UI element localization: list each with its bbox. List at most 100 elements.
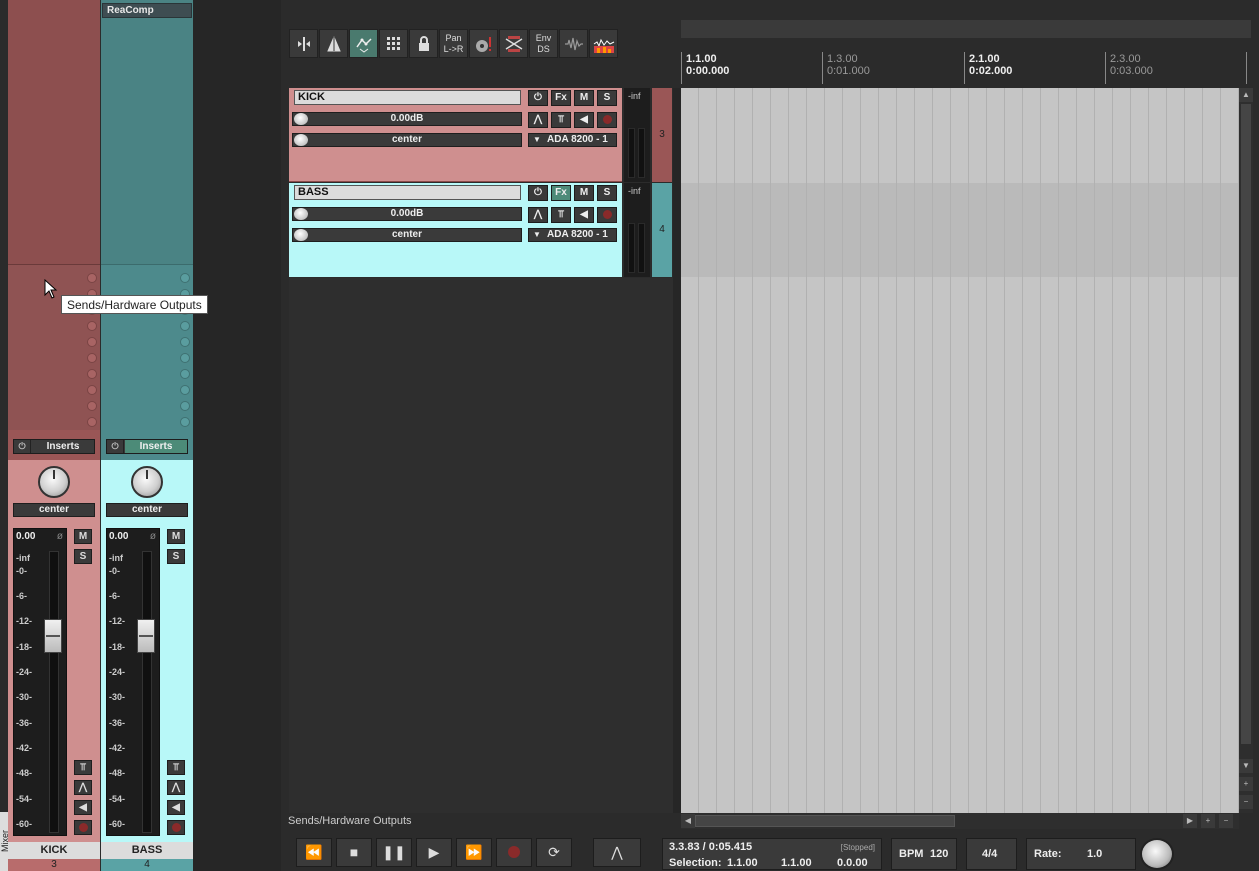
rate-display[interactable]: Rate: 1.0: [1026, 838, 1136, 870]
bpm-display[interactable]: BPM 120: [891, 838, 957, 870]
scroll-right-icon[interactable]: ▶: [1183, 814, 1197, 828]
zoom-out-icon[interactable]: −: [1239, 795, 1253, 809]
power-icon[interactable]: ⏻: [107, 440, 124, 453]
strip-name[interactable]: KICK: [8, 842, 100, 859]
rewind-icon[interactable]: ⏪: [296, 838, 332, 867]
solo-button[interactable]: S: [167, 549, 185, 564]
send-slot[interactable]: [180, 369, 190, 379]
fx-chain-area[interactable]: ReaComp: [101, 0, 193, 264]
zoom-out-icon[interactable]: −: [1219, 814, 1233, 828]
tcp-divider[interactable]: [673, 88, 681, 813]
io-icon[interactable]: ⫪: [551, 207, 571, 223]
solo-button[interactable]: S: [597, 90, 617, 106]
pause-icon[interactable]: ❚❚: [376, 838, 412, 867]
solo-button[interactable]: S: [597, 185, 617, 201]
send-slot[interactable]: [87, 273, 97, 283]
zoom-in-icon[interactable]: +: [1239, 777, 1253, 791]
pan-label[interactable]: center: [13, 503, 95, 517]
envelope-icon[interactable]: ⋀: [528, 112, 548, 128]
send-slot[interactable]: [180, 401, 190, 411]
bpm-value[interactable]: 120: [930, 848, 948, 860]
position-display[interactable]: 3.3.83 / 0:05.415 [Stopped] Selection: 1…: [662, 838, 882, 870]
solo-button[interactable]: S: [74, 549, 92, 564]
mute-button[interactable]: M: [74, 529, 92, 544]
tcp-empty-area[interactable]: [289, 278, 673, 813]
track-name[interactable]: KICK: [294, 90, 521, 105]
inserts-button[interactable]: ⏻ Inserts: [106, 439, 188, 454]
pan-knob[interactable]: [38, 466, 70, 498]
fx-chain-area[interactable]: [8, 0, 100, 264]
ripple-icon[interactable]: [319, 29, 348, 58]
send-slot[interactable]: [180, 337, 190, 347]
spectrum-icon[interactable]: [589, 29, 618, 58]
fx-item-reacomp[interactable]: ReaComp: [102, 3, 192, 18]
pan-knob[interactable]: [294, 134, 308, 146]
volume-knob[interactable]: [294, 113, 308, 125]
record-arm-icon[interactable]: [74, 820, 92, 835]
envelope-icon[interactable]: ⋀: [167, 780, 185, 795]
scroll-down-icon[interactable]: ▼: [1239, 759, 1253, 773]
sends-area[interactable]: [101, 264, 193, 430]
selection-start[interactable]: 1.1.00: [727, 857, 758, 869]
fx-button[interactable]: Fx: [551, 185, 571, 201]
pan-knob[interactable]: [131, 466, 163, 498]
phase-invert-button[interactable]: ø: [57, 531, 63, 542]
power-icon[interactable]: ⏻: [528, 185, 548, 201]
track-number-bass[interactable]: 4: [652, 183, 672, 277]
metronome-icon[interactable]: [469, 29, 498, 58]
record-icon[interactable]: [496, 838, 532, 867]
io-icon[interactable]: ⫪: [167, 760, 185, 775]
volume-slider[interactable]: 0.00dB: [292, 207, 522, 221]
send-slot[interactable]: [87, 385, 97, 395]
timeline-ruler[interactable]: 1.1.00 0:00.000 1.3.00 0:01.000 2.1.00 0:02…: [681, 50, 1251, 88]
play-icon[interactable]: ▶: [416, 838, 452, 867]
volume-slider[interactable]: 0.00dB: [292, 112, 522, 126]
send-slot[interactable]: [180, 417, 190, 427]
send-slot[interactable]: [87, 401, 97, 411]
time-signature-display[interactable]: 4/4: [966, 838, 1017, 870]
split-icon[interactable]: [289, 29, 318, 58]
envelope-points-icon[interactable]: [349, 29, 378, 58]
pan-law-button[interactable]: Pan L->R: [439, 29, 468, 58]
send-slot[interactable]: [87, 417, 97, 427]
strip-name[interactable]: BASS: [101, 842, 193, 859]
input-select[interactable]: ▼ ADA 8200 - 1: [528, 133, 617, 147]
loop-bar[interactable]: [681, 20, 1251, 38]
env-ds-button[interactable]: Env DS: [529, 29, 558, 58]
mute-button[interactable]: M: [574, 90, 594, 106]
speaker-icon[interactable]: ◀: [574, 207, 594, 223]
track-meter-kick[interactable]: -inf: [624, 88, 650, 182]
record-arm-icon[interactable]: [597, 207, 617, 223]
record-arm-icon[interactable]: [167, 820, 185, 835]
scroll-thumb[interactable]: [695, 815, 955, 827]
power-icon[interactable]: ⏻: [14, 440, 31, 453]
send-slot[interactable]: [180, 385, 190, 395]
mute-button[interactable]: M: [574, 185, 594, 201]
rate-value[interactable]: 1.0: [1087, 848, 1102, 860]
pan-label[interactable]: center: [106, 503, 188, 517]
send-slot[interactable]: [87, 353, 97, 363]
record-arm-icon[interactable]: [597, 112, 617, 128]
send-slot[interactable]: [180, 353, 190, 363]
horizontal-scrollbar[interactable]: ◀ ▶ + −: [681, 813, 1239, 829]
volume-readout[interactable]: 0.00: [109, 531, 128, 542]
loop-icon[interactable]: ⟳: [536, 838, 572, 867]
mixer-tab[interactable]: Mixer: [0, 812, 10, 871]
send-slot[interactable]: [87, 337, 97, 347]
pan-slider[interactable]: center: [292, 228, 522, 242]
track-number-kick[interactable]: 3: [652, 88, 672, 182]
scroll-up-icon[interactable]: ▲: [1239, 88, 1253, 102]
speaker-icon[interactable]: ◀: [74, 800, 92, 815]
lock-icon[interactable]: [409, 29, 438, 58]
power-icon[interactable]: ⏻: [528, 90, 548, 106]
auto-crossfade-icon[interactable]: [499, 29, 528, 58]
io-icon[interactable]: ⫪: [74, 760, 92, 775]
phase-invert-button[interactable]: ø: [150, 531, 156, 542]
track-panel-kick[interactable]: KICK ⏻ Fx M S 0.00dB ⋀ ⫪ ◀ center ▼ ADA 8…: [289, 88, 622, 182]
selection-length[interactable]: 0.0.00: [837, 857, 868, 869]
fx-button[interactable]: Fx: [551, 90, 571, 106]
envelope-icon[interactable]: ⋀: [74, 780, 92, 795]
speaker-icon[interactable]: ◀: [167, 800, 185, 815]
pan-knob[interactable]: [294, 229, 308, 241]
mute-button[interactable]: M: [167, 529, 185, 544]
